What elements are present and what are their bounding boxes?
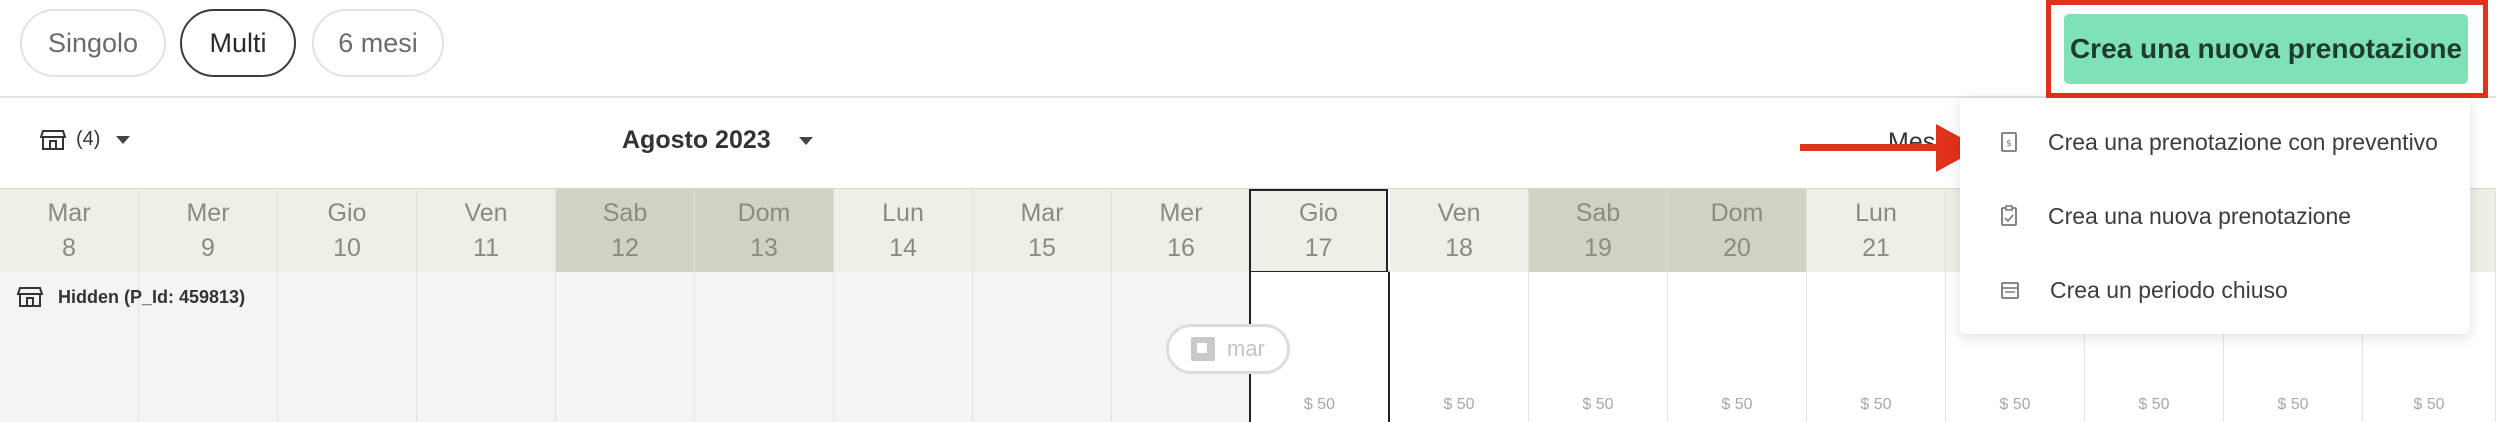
day-header: Mer 16 (1112, 189, 1251, 273)
price-label: $ 50 (1999, 396, 2031, 413)
day-header: Mer 9 (139, 189, 278, 273)
toggle-6-mesi[interactable]: 6 mesi (312, 9, 444, 77)
store-count: (4) (76, 128, 101, 150)
create-dropdown-menu: $ Crea una prenotazione con preventivo C… (1960, 98, 2470, 334)
day-header: Sab 19 (1529, 189, 1668, 273)
menu-item-new-booking[interactable]: Crea una nuova prenotazione (1960, 186, 2470, 246)
price-label: $ 50 (1721, 396, 1753, 413)
property-name: Hidden (P_Id: 459813) (58, 286, 246, 307)
price-label: $ 50 (1443, 396, 1475, 413)
calendar-cell[interactable]: $ 50 (1668, 272, 1807, 422)
quote-doc-icon: $ (2001, 132, 2017, 152)
booking-pill[interactable]: mar (1166, 324, 1290, 374)
toggle-singolo[interactable]: Singolo (20, 9, 166, 77)
price-label: $ 50 (1303, 396, 1336, 413)
chevron-down-icon (116, 135, 131, 144)
svg-text:$: $ (2006, 139, 2012, 149)
day-header: Dom 20 (1668, 189, 1807, 273)
calendar-cell[interactable]: $ 50 (1529, 272, 1668, 422)
day-header: Mar 8 (0, 189, 139, 273)
chevron-down-icon (798, 136, 813, 145)
top-bar: Singolo Multi 6 mesi Crea una nuova pren… (0, 0, 2496, 98)
calendar-cell[interactable] (278, 272, 417, 422)
calendar-cell[interactable] (834, 272, 973, 422)
menu-item-label: Crea una nuova prenotazione (2048, 202, 2352, 229)
menu-item-label: Crea un periodo chiuso (2050, 276, 2288, 303)
month-selector[interactable]: Agosto 2023 (622, 126, 813, 155)
booking-icon (1191, 337, 1215, 361)
day-header: Lun 21 (1807, 189, 1946, 273)
toggle-multi[interactable]: Multi (180, 9, 296, 77)
calendar-cell[interactable] (973, 272, 1112, 422)
calendar-cell[interactable]: $ 50 (1390, 272, 1529, 422)
price-label: $ 50 (2138, 396, 2170, 413)
day-header: Dom 13 (695, 189, 834, 273)
clipboard-icon (2001, 205, 2017, 226)
calendar-cell[interactable] (695, 272, 834, 422)
store-icon (40, 129, 66, 150)
day-header: Ven 11 (417, 189, 556, 273)
store-icon (16, 287, 44, 307)
calendar-cell[interactable] (556, 272, 695, 422)
booking-pill-label: mar (1227, 336, 1265, 361)
day-header: Sab 12 (556, 189, 695, 273)
day-header-today: Gio 17 (1249, 189, 1388, 273)
calendar-icon (2001, 282, 2019, 299)
menu-item-label: Crea una prenotazione con preventivo (2048, 128, 2438, 155)
menu-item-booking-with-quote[interactable]: $ Crea una prenotazione con preventivo (1960, 112, 2470, 172)
day-header: Mar 15 (973, 189, 1112, 273)
menu-item-closed-period[interactable]: Crea un periodo chiuso (1960, 260, 2470, 320)
store-filter[interactable]: (4) (40, 128, 131, 151)
annotation-arrow-shaft (1800, 144, 1940, 151)
price-label: $ 50 (2413, 396, 2445, 413)
price-label: $ 50 (1582, 396, 1614, 413)
price-label: $ 50 (2277, 396, 2309, 413)
calendar-cell[interactable] (417, 272, 556, 422)
view-mode-label[interactable]: Mes (1888, 128, 1935, 157)
create-booking-button[interactable]: Crea una nuova prenotazione (2064, 14, 2468, 84)
day-header: Gio 10 (278, 189, 417, 273)
day-header: Lun 14 (834, 189, 973, 273)
calendar-cell[interactable]: $ 50 (1807, 272, 1946, 422)
month-label: Agosto 2023 (622, 126, 771, 154)
property-label[interactable]: Hidden (P_Id: 459813) (16, 286, 245, 308)
price-label: $ 50 (1860, 396, 1892, 413)
day-header: Ven 18 (1390, 189, 1529, 273)
